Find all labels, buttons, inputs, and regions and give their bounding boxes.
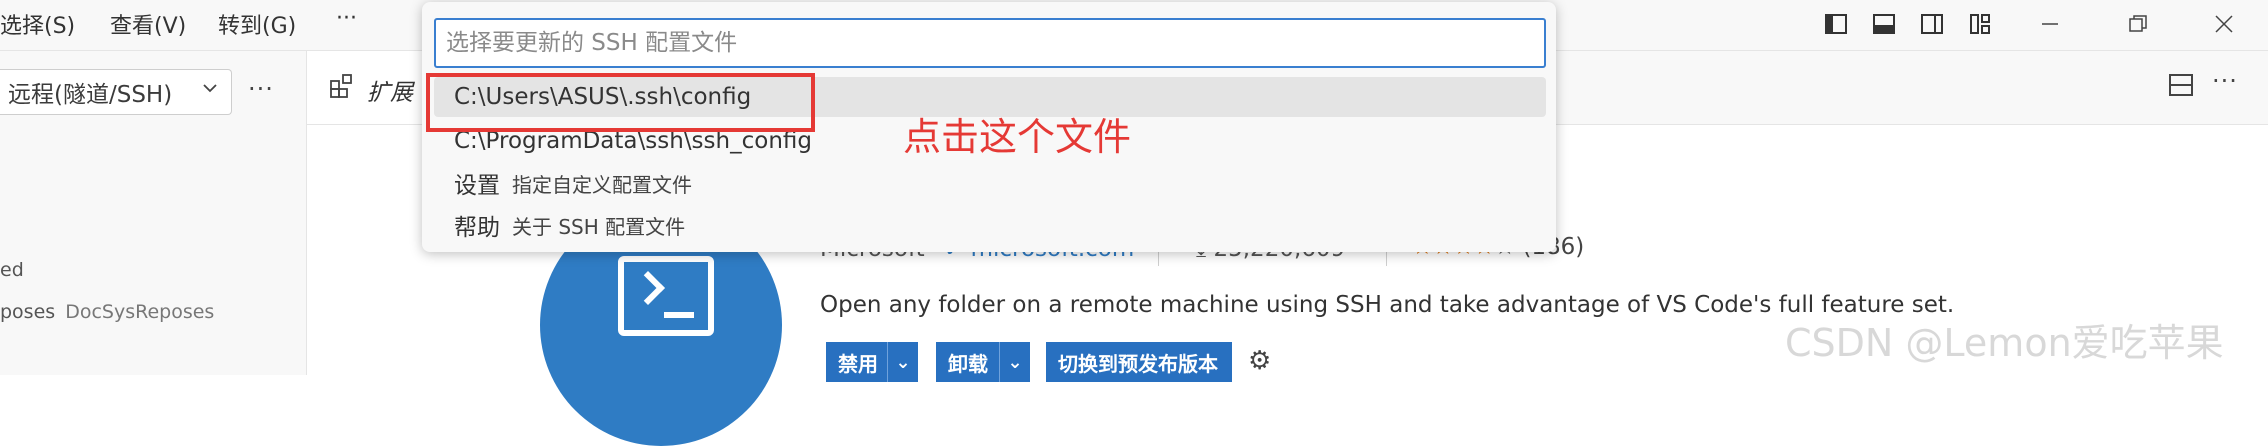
switch-prerelease-button[interactable]: 切换到预发布版本	[1046, 342, 1232, 382]
menu-select[interactable]: 选择(S)	[0, 8, 75, 40]
toggle-primary-sidebar-icon[interactable]	[1822, 10, 1850, 38]
uninstall-button[interactable]: 卸载 ⌄	[936, 342, 1030, 382]
quick-pick-item[interactable]: 设置 指定自定义配置文件	[434, 163, 1546, 203]
customize-layout-icon[interactable]	[1966, 10, 1994, 38]
sidebar-item-detail: DocSysReposes	[65, 301, 215, 323]
menu-go[interactable]: 转到(G)	[218, 8, 296, 40]
chevron-down-icon	[201, 78, 219, 103]
restore-icon[interactable]	[2124, 10, 2152, 38]
sidebar-list-item[interactable]: poses DocSysReposes	[0, 301, 214, 323]
item-description: 关于 SSH 配置文件	[512, 214, 686, 239]
watermark: CSDN @Lemon爱吃苹果	[1785, 321, 2224, 365]
sidebar-more-button[interactable]: ···	[248, 75, 274, 103]
close-icon[interactable]	[2210, 10, 2238, 38]
editor-more-button[interactable]: ···	[2212, 67, 2238, 95]
tab-extension[interactable]: 扩展	[307, 51, 428, 124]
item-label: 帮助	[454, 215, 500, 241]
gear-icon[interactable]: ⚙	[1248, 346, 1271, 376]
remote-select-label: 远程(隧道/SSH)	[8, 82, 173, 108]
prerelease-button-label: 切换到预发布版本	[1058, 351, 1218, 376]
disable-button-label: 禁用	[838, 351, 878, 376]
item-description: 指定自定义配置文件	[512, 172, 692, 197]
menu-view[interactable]: 查看(V)	[110, 8, 186, 40]
annotation-text: 点击这个文件	[903, 115, 1132, 159]
item-label: 设置	[454, 173, 500, 199]
chevron-down-icon[interactable]: ⌄	[999, 342, 1030, 382]
chevron-down-icon[interactable]: ⌄	[887, 342, 918, 382]
sidebar-partial-text: ed	[0, 259, 24, 281]
extensions-icon	[329, 73, 355, 99]
remote-explorer-select[interactable]: 远程(隧道/SSH)	[0, 69, 232, 115]
sidebar: 远程(隧道/SSH) ··· ed poses DocSysReposes	[0, 51, 307, 375]
uninstall-button-label: 卸载	[948, 351, 988, 376]
menu-more[interactable]: ···	[336, 6, 357, 31]
split-editor-icon[interactable]	[2167, 71, 2195, 99]
minimize-icon[interactable]	[2036, 10, 2064, 38]
toggle-panel-icon[interactable]	[1870, 10, 1898, 38]
terminal-prompt-icon	[618, 256, 714, 336]
tab-label: 扩展	[367, 80, 413, 106]
annotation-highlight-box	[426, 73, 815, 132]
quick-pick-item[interactable]: 帮助 关于 SSH 配置文件	[434, 205, 1546, 245]
toggle-secondary-sidebar-icon[interactable]	[1918, 10, 1946, 38]
sidebar-item-name: poses	[0, 301, 56, 323]
disable-button[interactable]: 禁用 ⌄	[826, 342, 918, 382]
quick-pick-input[interactable]	[434, 18, 1546, 68]
